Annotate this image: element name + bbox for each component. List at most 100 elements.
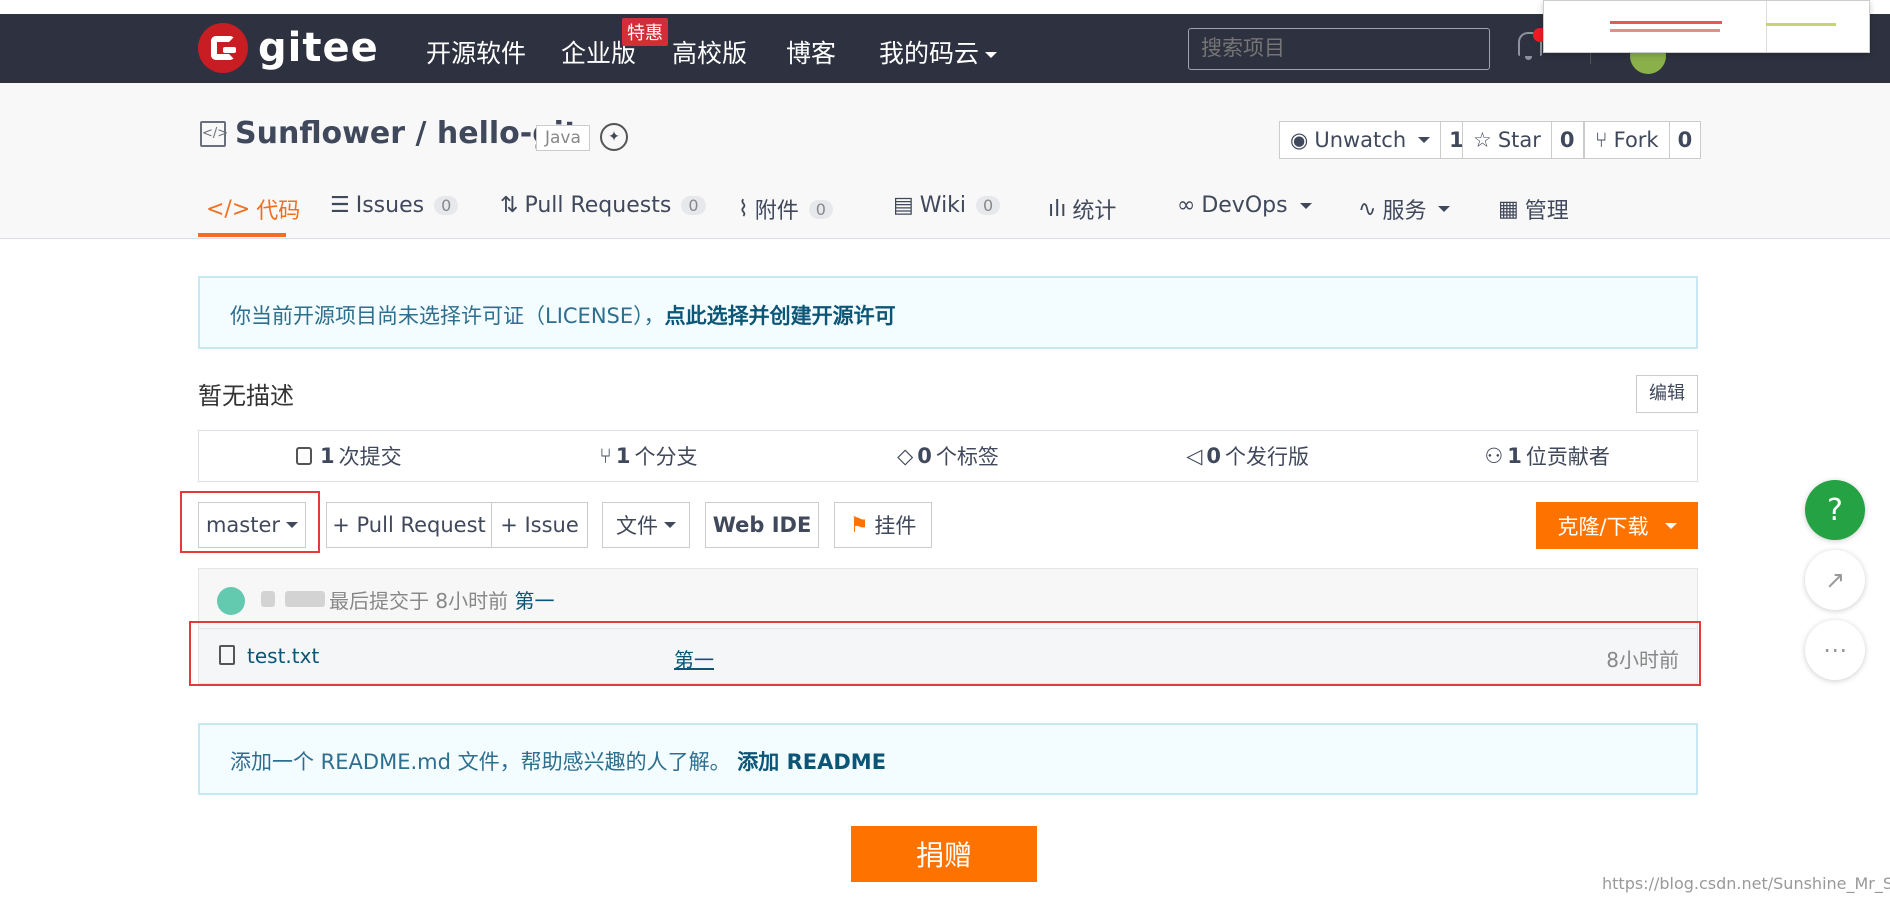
unwatch-button[interactable]: ◉ Unwatch 1 (1279, 121, 1473, 159)
latest-commit-bar: 最后提交于 8小时前 第一 (198, 568, 1698, 628)
fork-count[interactable]: 0 (1670, 122, 1701, 158)
screenshot-overlay-thumbnail (1543, 0, 1870, 53)
add-readme-link[interactable]: 添加 README (737, 750, 886, 774)
contributors-count: 1 (1507, 444, 1522, 468)
commit-message-link[interactable]: 第一 (514, 589, 554, 613)
attachments-count: 0 (808, 199, 833, 219)
wiki-count: 0 (976, 196, 1001, 215)
star-icon: ☆ (1473, 128, 1492, 152)
thumbnail-line (1610, 21, 1722, 24)
tab-stats[interactable]: ılı 统计 (1048, 193, 1116, 225)
readme-notice: 添加一个 README.md 文件，帮助感兴趣的人了解。 添加 README (198, 723, 1698, 795)
branch-icon: ⑂ (599, 444, 612, 468)
commit-info: 最后提交于 8小时前 第一 (329, 585, 554, 614)
watermark: https://blog.csdn.net/Sunshine_Mr_Sun (1602, 874, 1890, 893)
edit-description-button[interactable]: 编辑 (1636, 375, 1698, 413)
stat-contributors[interactable]: ⚇ 1 位贡献者 (1397, 431, 1697, 481)
donate-button[interactable]: 捐赠 (851, 826, 1037, 882)
tab-wiki-label: Wiki (919, 193, 967, 218)
commit-time-text: 最后提交于 8小时前 (329, 589, 509, 613)
tab-code[interactable]: </> 代码 (206, 193, 300, 225)
code-repo-icon: </> (200, 121, 228, 147)
committer-avatar[interactable] (217, 587, 245, 615)
star-count[interactable]: 0 (1552, 122, 1583, 158)
tab-attachments-label: 附件 (754, 199, 799, 224)
blurred-name (285, 591, 325, 607)
tab-issues-label: Issues (355, 193, 425, 218)
tab-attachments[interactable]: ⌇ 附件 0 (738, 193, 833, 225)
license-notice-text: 你当前开源项目尚未选择许可证（LICENSE）， (230, 304, 665, 328)
new-pull-request-button[interactable]: + Pull Request (326, 502, 492, 548)
stat-branches[interactable]: ⑂ 1 个分支 (499, 431, 799, 481)
repo-title[interactable]: Sunflower / hello-git (235, 116, 578, 151)
star-button[interactable]: ☆ Star 0 (1462, 121, 1584, 159)
gitee-logo-icon (198, 23, 248, 73)
releases-count: 0 (1206, 444, 1221, 468)
chevron-down-icon (1299, 202, 1312, 209)
chevron-down-icon (1418, 137, 1431, 143)
file-menu-button[interactable]: 文件 (602, 502, 690, 548)
feedback-icon[interactable]: ⋯ (1805, 620, 1865, 680)
bar-chart-icon: ılı (1048, 196, 1067, 222)
pull-request-icon: ⇅ (500, 193, 519, 218)
fork-button[interactable]: ⑂ Fork 0 (1584, 121, 1702, 159)
send-icon: ◁ (1186, 444, 1203, 468)
tab-pull-requests-label: Pull Requests (524, 193, 672, 218)
stat-releases[interactable]: ◁ 0 个发行版 (1098, 431, 1398, 481)
widget-label: 挂件 (874, 514, 917, 538)
help-button[interactable]: ? (1805, 480, 1865, 540)
highlight-box (189, 621, 1701, 686)
tab-services-label: 服务 (1382, 199, 1427, 224)
nav-blog[interactable]: 博客 (786, 34, 836, 70)
chevron-down-icon (985, 52, 998, 58)
nav-open-source[interactable]: 开源软件 (426, 34, 526, 70)
fork-label: Fork (1613, 128, 1659, 152)
tag-icon: ◇ (897, 444, 914, 468)
tab-manage[interactable]: ▦ 管理 (1498, 193, 1569, 225)
bookmark-icon: ⚑ (849, 513, 869, 537)
highlight-box (180, 491, 320, 553)
tab-services[interactable]: ∿ 服务 (1358, 193, 1451, 225)
nav-my-gitee[interactable]: 我的码云 (879, 34, 998, 70)
thumbnail-line (1610, 29, 1720, 32)
tab-pull-requests[interactable]: ⇅ Pull Requests 0 (500, 193, 706, 218)
tab-devops-label: DevOps (1201, 193, 1288, 218)
tab-devops[interactable]: ∞ DevOps (1177, 193, 1312, 218)
promo-badge: 特惠 (622, 18, 668, 46)
gitee-logo[interactable]: gitee (198, 20, 379, 76)
paperclip-icon: ⌇ (738, 196, 749, 222)
file-menu-label: 文件 (616, 514, 658, 538)
star-label: Star (1497, 128, 1541, 152)
tab-code-label: 代码 (256, 199, 301, 224)
nav-education[interactable]: 高校版 (672, 34, 747, 70)
commits-count: 1 (319, 444, 335, 468)
repo-description: 暂无描述 (198, 382, 294, 410)
unwatch-label: Unwatch (1314, 128, 1407, 152)
recommend-icon[interactable]: ✦ (600, 123, 628, 151)
tags-label: 个标签 (935, 445, 999, 469)
pull-requests-count: 0 (681, 196, 706, 215)
share-icon[interactable]: ↗ (1805, 550, 1865, 610)
web-ide-button[interactable]: Web IDE (705, 502, 819, 548)
search-input[interactable] (1188, 28, 1490, 70)
chevron-down-icon (1664, 522, 1677, 529)
tab-wiki[interactable]: ▤ Wiki 0 (893, 193, 1001, 218)
license-link[interactable]: 点此选择并创建开源许可 (665, 304, 896, 328)
pulse-icon: ∿ (1358, 196, 1377, 222)
tab-issues[interactable]: ☰ Issues 0 (330, 193, 459, 218)
eye-icon: ◉ (1290, 128, 1309, 152)
stat-commits[interactable]: 1 次提交 (199, 431, 499, 481)
repo-header: </> Sunflower / hello-git Java ✦ ◉ Unwatc… (0, 83, 1890, 239)
commit-icon (295, 447, 312, 465)
issues-icon: ☰ (330, 193, 350, 218)
clone-download-button[interactable]: 克隆/下载 (1536, 502, 1698, 549)
blurred-name (261, 591, 275, 607)
thumbnail-divider (1766, 1, 1767, 52)
contributors-icon: ⚇ (1484, 444, 1504, 468)
widget-button[interactable]: ⚑ 挂件 (834, 502, 932, 548)
logo-text: gitee (258, 25, 379, 71)
branches-label: 个分支 (634, 445, 698, 469)
new-issue-button[interactable]: + Issue (491, 502, 588, 548)
stat-tags[interactable]: ◇ 0 个标签 (798, 431, 1098, 481)
readme-notice-text: 添加一个 README.md 文件，帮助感兴趣的人了解。 (230, 750, 731, 774)
